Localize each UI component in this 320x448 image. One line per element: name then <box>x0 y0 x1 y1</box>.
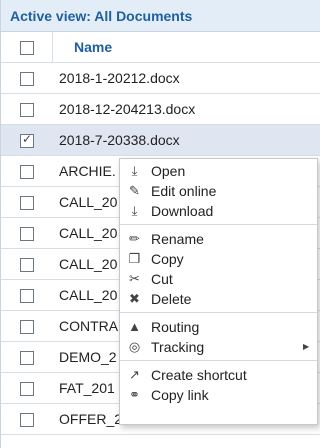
edit-online-icon: ✎ <box>129 183 140 198</box>
menu-item-label: Cut <box>151 271 173 287</box>
menu-item-copy[interactable]: ❐ Copy <box>120 249 317 269</box>
row-checkbox[interactable] <box>20 72 34 86</box>
document-name[interactable]: ARCHIE. <box>59 156 116 187</box>
row-checkbox[interactable] <box>20 413 34 427</box>
menu-separator <box>120 360 317 361</box>
row-checkbox[interactable] <box>20 351 34 365</box>
menu-item-download[interactable]: ⤓ Download <box>120 201 317 221</box>
menu-item-label: Rename <box>151 231 204 247</box>
menu-item-open[interactable]: ⤓ Open <box>120 161 317 181</box>
active-view-header[interactable]: Active view: All Documents <box>1 0 320 32</box>
open-icon: ⤓ <box>131 163 138 178</box>
menu-item-cut[interactable]: ✂ Cut <box>120 269 317 289</box>
menu-item-label: Tracking <box>151 339 205 355</box>
context-menu: ⤓ Open ✎ Edit online ⤓ Download ✏ Rename ❐ Copy ✂ C… <box>119 158 318 425</box>
table-row[interactable]: 2018-1-20212.docx <box>1 63 320 94</box>
menu-item-copy-link[interactable]: ⚭ Copy link <box>120 385 317 405</box>
menu-item-label: Open <box>151 163 186 179</box>
row-checkbox[interactable]: ✓ <box>20 132 34 148</box>
create-shortcut-icon: ↗ <box>129 367 140 382</box>
document-list-pane: Active view: All Documents Name 2018-1-2… <box>0 0 320 448</box>
document-name[interactable]: 2018-1-20212.docx <box>59 63 180 94</box>
document-name[interactable]: 2018-7-20338.docx <box>59 125 180 156</box>
menu-separator <box>120 224 317 225</box>
cut-icon: ✂ <box>129 271 140 286</box>
row-checkbox[interactable] <box>20 289 34 303</box>
row-checkbox[interactable] <box>20 103 34 117</box>
copy-icon: ❐ <box>128 251 141 266</box>
menu-item-edit-online[interactable]: ✎ Edit online <box>120 181 317 201</box>
document-name[interactable]: CONTRA <box>59 311 118 342</box>
menu-item-delete[interactable]: ✖ Delete <box>120 289 317 309</box>
download-icon: ⤓ <box>131 203 138 218</box>
checkmark-icon: ✓ <box>21 132 33 146</box>
row-checkbox[interactable] <box>20 196 34 210</box>
menu-item-rename[interactable]: ✏ Rename <box>120 229 317 249</box>
submenu-arrow-icon: ▶ <box>303 342 310 351</box>
column-divider <box>52 32 53 63</box>
menu-item-label: Routing <box>151 319 200 335</box>
menu-item-label: Delete <box>151 291 192 307</box>
row-checkbox[interactable] <box>20 165 34 179</box>
menu-item-tracking[interactable]: ◎ Tracking ▶ <box>120 337 317 357</box>
menu-item-label: Create shortcut <box>151 367 247 383</box>
menu-item-routing[interactable]: ▲ Routing <box>120 317 317 337</box>
document-name[interactable]: DEMO_2 <box>59 342 117 373</box>
copy-link-icon: ⚭ <box>129 387 140 402</box>
menu-separator <box>120 312 317 313</box>
table-row[interactable]: 2018-12-204213.docx <box>1 94 320 125</box>
document-name[interactable]: CALL_20 <box>59 218 117 249</box>
row-checkbox[interactable] <box>20 227 34 241</box>
row-checkbox[interactable] <box>20 320 34 334</box>
select-all-checkbox[interactable] <box>20 41 34 55</box>
routing-icon: ▲ <box>128 319 141 334</box>
delete-icon: ✖ <box>129 291 140 306</box>
document-name[interactable]: 2018-12-204213.docx <box>59 94 195 125</box>
menu-item-label: Edit online <box>151 183 217 199</box>
row-checkbox[interactable] <box>20 382 34 396</box>
menu-item-label: Copy <box>151 251 184 267</box>
rename-icon: ✏ <box>129 231 140 246</box>
tracking-icon: ◎ <box>128 339 141 354</box>
document-name[interactable]: CALL_20 <box>59 187 117 218</box>
menu-item-label: Copy link <box>151 387 209 403</box>
table-row[interactable]: ✓ 2018-7-20338.docx <box>1 125 320 156</box>
document-name[interactable]: CALL_20 <box>59 249 117 280</box>
column-header-row: Name <box>1 32 320 63</box>
row-checkbox[interactable] <box>20 258 34 272</box>
menu-item-label: Download <box>151 203 214 219</box>
name-column-header[interactable]: Name <box>74 32 112 63</box>
document-name[interactable]: CALL_20 <box>59 280 117 311</box>
menu-item-create-shortcut[interactable]: ↗ Create shortcut <box>120 365 317 385</box>
document-name[interactable]: FAT_201 <box>59 373 115 404</box>
